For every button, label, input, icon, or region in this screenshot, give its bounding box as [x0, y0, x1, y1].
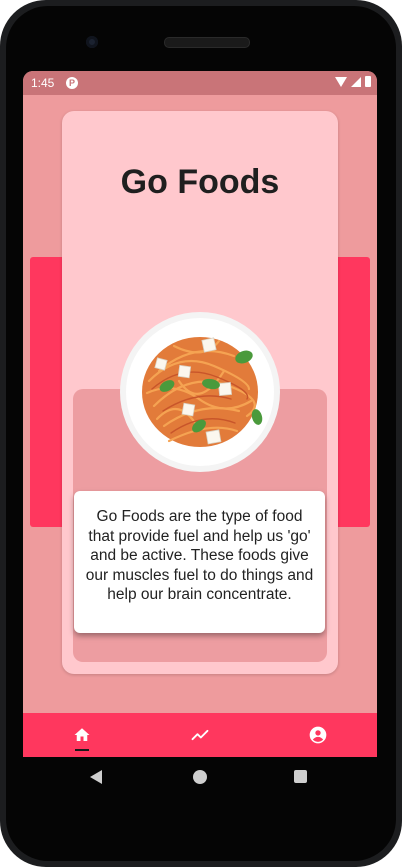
- page-title: Go Foods: [120, 163, 280, 201]
- wifi-icon: [335, 76, 347, 87]
- food-card: Go Foods Go Foods are the type of food t…: [62, 111, 338, 674]
- phone-frame: 1:45 P Go Foods Go Foods are the type of…: [0, 0, 402, 867]
- recent-apps-icon[interactable]: [294, 770, 307, 783]
- system-navigation-bar: [23, 757, 377, 797]
- front-camera: [86, 36, 98, 48]
- app-screen: 1:45 P Go Foods Go Foods are the type of…: [23, 71, 377, 757]
- app-notification-icon: P: [66, 77, 78, 89]
- status-icons: [335, 76, 371, 87]
- trending-icon: [191, 729, 209, 741]
- earpiece-speaker: [164, 37, 250, 48]
- signal-icon: [351, 76, 361, 87]
- status-time: 1:45: [31, 76, 55, 90]
- spaghetti-plate-image: [120, 312, 280, 472]
- status-bar: 1:45 P: [23, 71, 377, 95]
- description-text: Go Foods are the type of food that provi…: [85, 508, 314, 603]
- nav-selected-indicator: [75, 749, 89, 751]
- nav-trending[interactable]: [170, 713, 230, 757]
- system-home-icon[interactable]: [193, 770, 207, 784]
- bottom-nav: [23, 713, 377, 757]
- nav-account[interactable]: [288, 713, 348, 757]
- account-icon: [309, 726, 327, 744]
- home-icon: [74, 728, 90, 741]
- description-card: Go Foods are the type of food that provi…: [74, 491, 325, 633]
- back-icon[interactable]: [90, 770, 102, 784]
- battery-icon: [365, 76, 371, 87]
